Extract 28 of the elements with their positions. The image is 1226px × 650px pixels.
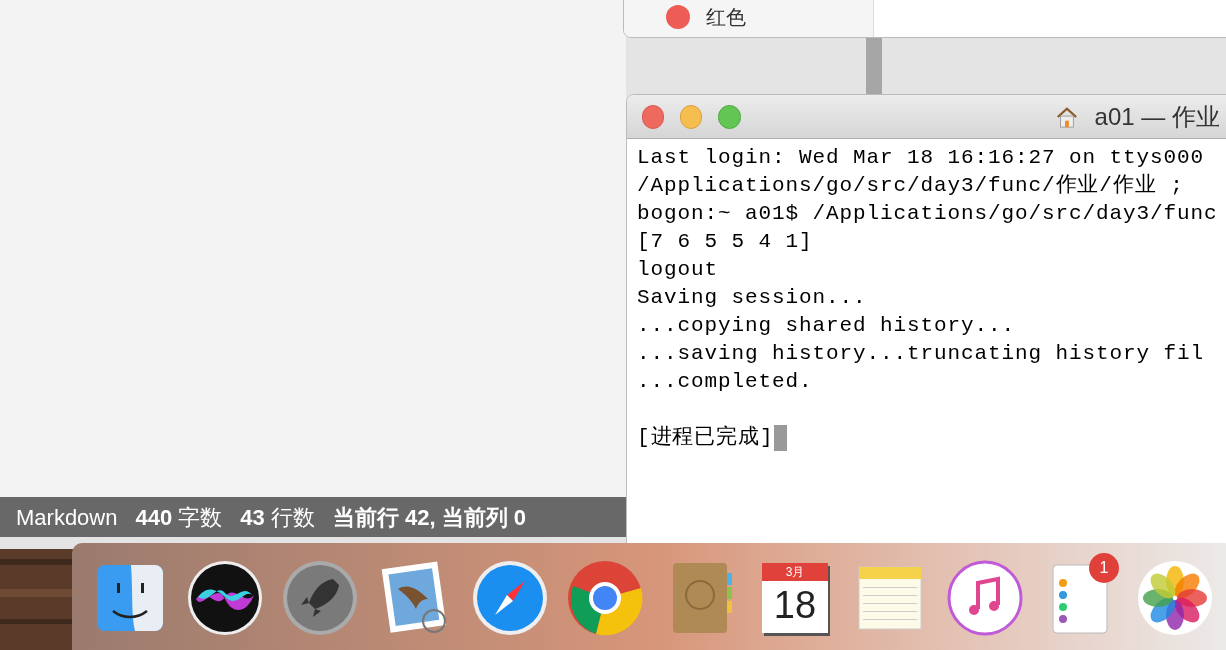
line-count: 43 行数 [240,503,315,532]
terminal-line: ...completed. [637,369,814,395]
siri-orb-icon[interactable] [186,559,264,637]
mode-label: Markdown [16,503,118,532]
terminal-line: /Applications/go/src/day3/func/作业/作业 ; [637,172,1185,199]
terminal-line: Saving session... [637,285,868,311]
chrome-icon[interactable] [566,559,644,637]
calendar-month: 3月 [762,563,828,581]
terminal-line: ...copying shared history... [637,313,1017,339]
music-note-icon[interactable] [946,559,1024,637]
terminal-line: [7 6 5 5 4 1] [637,229,814,255]
char-count: 440 字数 [135,503,223,532]
terminal-line: ...saving history...truncating history fil [637,341,1206,367]
rocket-icon[interactable] [281,559,359,637]
compass-icon[interactable] [471,559,549,637]
cursor [773,425,787,451]
close-button[interactable] [642,104,665,129]
zoom-button[interactable] [718,104,741,129]
terminal-line: Last login: Wed Mar 18 16:16:27 on ttys000 [637,145,1206,171]
terminal-line: [进程已完成] [637,424,774,451]
flower-icon[interactable] [1136,559,1214,637]
terminal-line: logout [637,257,719,283]
notification-badge: 1 [1089,553,1119,583]
cursor-position: 当前行 42, 当前列 0 [332,503,527,532]
calendar-day: 18 [773,581,817,629]
terminal-line: bogon:~ a01$ /Applications/go/src/day3/func [637,201,1219,227]
window-title: a01 — 作业 [1094,101,1220,132]
sidebar-item[interactable]: 红色 [706,6,746,28]
